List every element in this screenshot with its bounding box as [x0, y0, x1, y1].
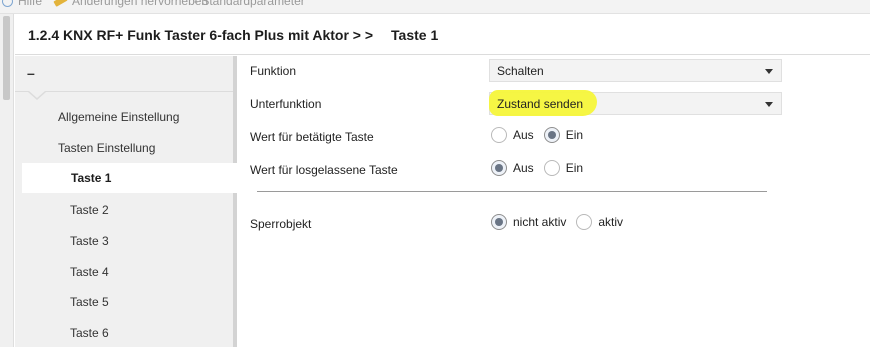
sidebar-item-label: Taste 3 [70, 234, 109, 248]
sidebar-item-taste-3[interactable]: Taste 3 [70, 226, 109, 256]
sperrobjekt-label: Sperrobjekt [250, 217, 312, 231]
section-divider [257, 191, 767, 192]
wert-betaetigt-aus-radio[interactable]: Aus [491, 127, 534, 143]
sidebar-item-label: Taste 6 [70, 326, 109, 340]
sidebar-item-taste-5[interactable]: Taste 5 [70, 287, 109, 317]
chevron-down-icon [765, 69, 773, 74]
help-button[interactable]: Hilfe [2, 0, 42, 8]
wert-betaetigt-label: Wert für betätigte Taste [250, 130, 374, 144]
default-params-label: - Standardparameter [194, 0, 305, 8]
sidebar-item-label: Taste 4 [70, 265, 109, 279]
wert-losgelassen-radio-group: Aus Ein [491, 160, 593, 176]
help-label: Hilfe [18, 0, 43, 8]
funktion-label: Funktion [250, 64, 297, 78]
radio-unchecked-icon [491, 127, 507, 143]
sidebar-item-allgemeine-einstellung[interactable]: Allgemeine Einstellung [58, 102, 179, 132]
vertical-scrollbar[interactable] [0, 14, 14, 347]
highlight-changes-label: Änderungen hervorheben [72, 0, 209, 8]
sidebar-item-tasten-einstellung[interactable]: Tasten Einstellung [58, 133, 155, 163]
sidebar-item-taste-1[interactable]: Taste 1 [22, 163, 237, 193]
sidebar-item-label: Taste 2 [70, 203, 109, 217]
sidebar-item-taste-2[interactable]: Taste 2 [70, 195, 109, 225]
radio-checked-icon [543, 127, 560, 143]
sidebar-item-taste-4[interactable]: Taste 4 [70, 257, 109, 287]
wert-betaetigt-ein-radio[interactable]: Ein [543, 127, 583, 143]
page-title: 1.2.4 KNX RF+ Funk Taster 6-fach Plus mi… [28, 26, 374, 43]
radio-unchecked-icon [543, 160, 560, 176]
radio-checked-icon [491, 214, 507, 230]
wert-losgelassen-label: Wert für losgelassene Taste [250, 163, 398, 177]
sidebar-item-taste-6[interactable]: Taste 6 [70, 318, 109, 347]
radio-unchecked-icon [576, 214, 593, 230]
sidebar-item-label: Taste 5 [70, 295, 109, 309]
parameter-panel: Funktion Schalten Unterfunktion Zustand … [237, 56, 870, 347]
sidebar-item-label: Taste 1 [71, 171, 112, 185]
funktion-value: Schalten [497, 63, 544, 78]
sidebar-item-label: Tasten Einstellung [58, 141, 156, 155]
collapse-icon: – [27, 65, 35, 81]
sperrobjekt-radio-group: nicht aktiv aktiv [491, 214, 633, 230]
unterfunktion-select[interactable]: Zustand senden [489, 90, 782, 116]
top-toolbar: Hilfe Änderungen hervorheben - Standardp… [0, 0, 870, 14]
sidebar: – Allgemeine Einstellung Tasten Einstell… [15, 56, 237, 347]
help-icon [2, 0, 13, 7]
sperrobjekt-aktiv-radio[interactable]: aktiv [576, 214, 623, 230]
funktion-select[interactable]: Schalten [489, 59, 782, 82]
scrollbar-thumb[interactable] [3, 16, 10, 100]
radio-checked-icon [491, 160, 507, 176]
wert-losgelassen-ein-radio[interactable]: Ein [543, 160, 583, 176]
sperrobjekt-nicht-aktiv-radio[interactable]: nicht aktiv [491, 214, 566, 230]
wert-losgelassen-aus-radio[interactable]: Aus [491, 160, 534, 176]
pencil-icon [53, 0, 68, 7]
sidebar-item-label: Allgemeine Einstellung [58, 110, 180, 124]
collapse-toggle[interactable]: – [15, 56, 233, 92]
breadcrumb-current: Taste 1 [391, 26, 439, 43]
chevron-down-icon [765, 102, 773, 107]
default-params-button[interactable]: - Standardparameter [194, 0, 305, 8]
panel-notch [28, 91, 46, 100]
unterfunktion-value: Zustand senden [497, 96, 584, 111]
wert-betaetigt-radio-group: Aus Ein [491, 127, 593, 143]
page-header: 1.2.4 KNX RF+ Funk Taster 6-fach Plus mi… [15, 15, 870, 55]
unterfunktion-label: Unterfunktion [250, 97, 322, 111]
highlight-changes-button[interactable]: Änderungen hervorheben [53, 0, 209, 8]
